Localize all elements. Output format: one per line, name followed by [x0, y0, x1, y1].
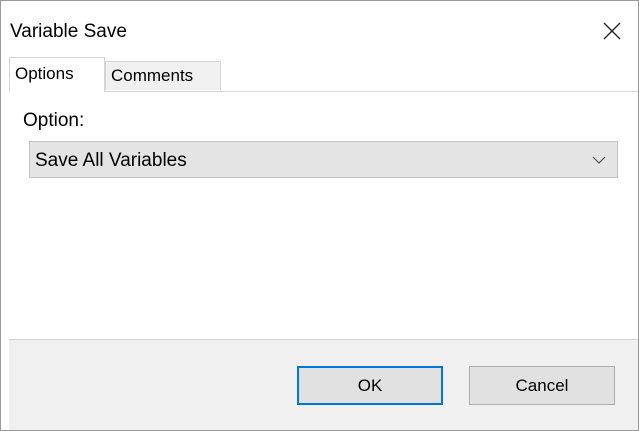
cancel-button[interactable]: Cancel [469, 366, 615, 405]
tab-comments[interactable]: Comments [105, 61, 221, 90]
ok-button[interactable]: OK [297, 366, 443, 405]
title-bar[interactable]: Variable Save [1, 1, 638, 57]
tab-options[interactable]: Options [9, 57, 105, 92]
options-panel: Option: Save All Variables [9, 91, 638, 340]
option-select[interactable]: Save All Variables [29, 141, 618, 178]
variable-save-dialog: Variable Save Options Comments Option: S… [0, 0, 639, 431]
dialog-footer: OK Cancel [9, 339, 638, 430]
chevron-down-icon [592, 156, 606, 164]
tab-strip: Options Comments [9, 57, 638, 92]
close-button[interactable] [594, 13, 630, 49]
dialog-title: Variable Save [10, 21, 127, 42]
close-icon [603, 22, 621, 40]
option-select-value: Save All Variables [35, 150, 187, 171]
option-label: Option: [23, 110, 85, 131]
